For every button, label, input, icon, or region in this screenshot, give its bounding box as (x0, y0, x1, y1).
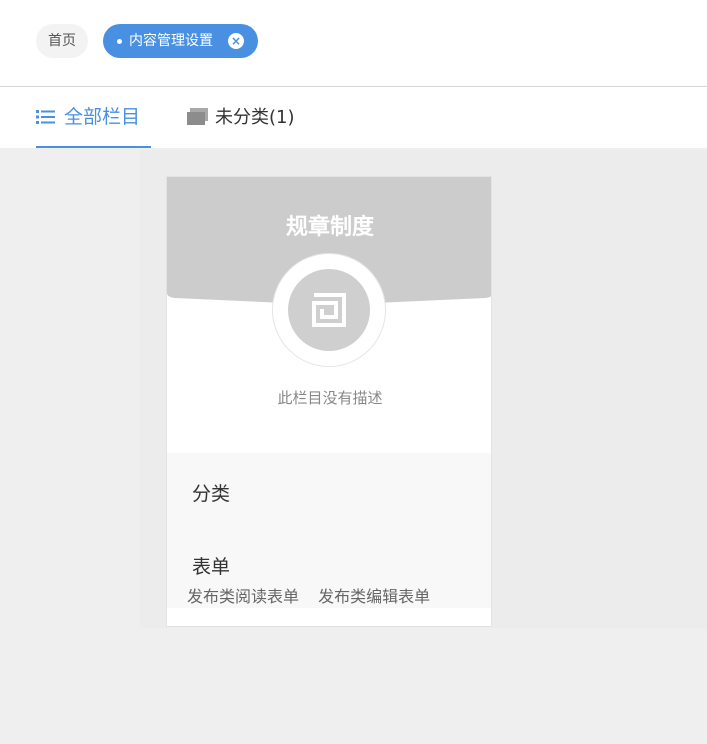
active-dot-icon (117, 39, 122, 44)
breadcrumb-active-tab[interactable]: 内容管理设置 × (103, 24, 258, 58)
card-footer: 分类 表单 发布类阅读表单 发布类编辑表单 (167, 453, 491, 608)
section-form-title: 表单 (192, 556, 231, 578)
card-title: 规章制度 (285, 215, 374, 240)
tab-uncategorized-label: 未分类(1) (215, 107, 295, 128)
card-description: 此栏目没有描述 (277, 389, 383, 407)
form-links: 发布类阅读表单 发布类编辑表单 (187, 583, 444, 607)
card-logo (272, 253, 386, 367)
form-link[interactable]: 发布类阅读表单 (187, 587, 299, 606)
list-icon (36, 110, 55, 124)
breadcrumb-bar: 首页 内容管理设置 × (0, 0, 707, 87)
breadcrumb-home[interactable]: 首页 (36, 24, 88, 58)
close-icon[interactable]: × (228, 33, 244, 49)
logo-icon (312, 293, 346, 327)
folder-icon (187, 108, 208, 125)
tab-all-label: 全部栏目 (64, 106, 141, 128)
column-card[interactable]: 规章制度 此栏目没有描述 分类 表单 发布类阅读表单 发布类编辑表单 (166, 176, 492, 627)
section-category-title: 分类 (192, 483, 231, 505)
tab-all-columns[interactable]: 全部栏目 (36, 87, 151, 148)
form-link[interactable]: 发布类编辑表单 (318, 587, 430, 606)
breadcrumb-active-label: 内容管理设置 (129, 33, 213, 49)
tab-bar: 全部栏目 未分类(1) (0, 87, 707, 148)
